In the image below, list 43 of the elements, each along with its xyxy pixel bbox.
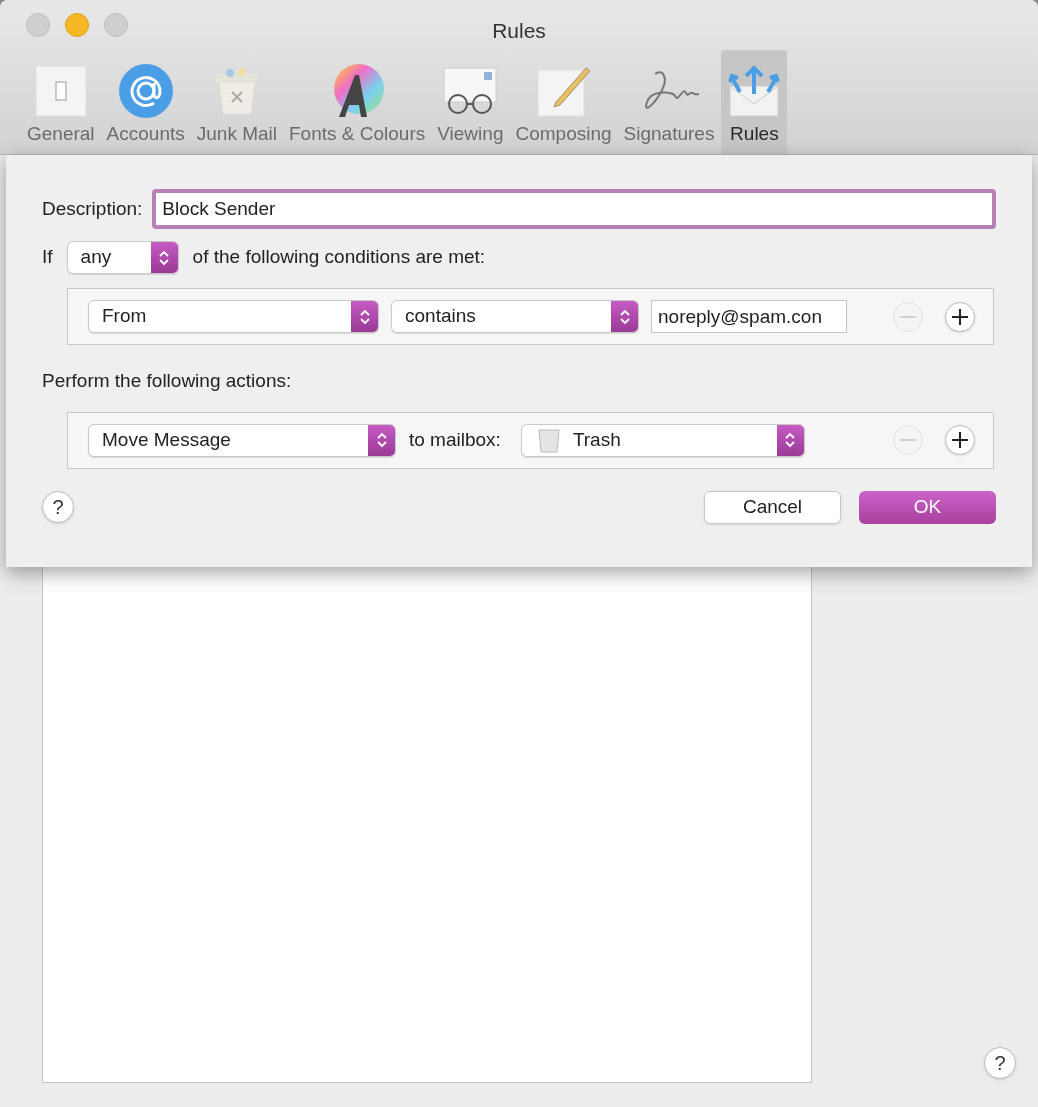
description-field[interactable]: Block Sender xyxy=(152,189,996,229)
add-button[interactable] xyxy=(945,425,975,455)
toolbar-tab[interactable]: Viewing xyxy=(432,50,509,154)
toolbar-tab[interactable]: General xyxy=(22,50,100,154)
stepper-arrows-icon xyxy=(611,301,638,332)
popup-menu[interactable]: contains xyxy=(391,300,639,333)
toolbar-tab[interactable]: Junk Mail xyxy=(191,50,282,154)
zoom-button[interactable] xyxy=(104,13,128,37)
toolbar-tab[interactable]: Composing xyxy=(510,50,617,154)
target-label: to mailbox: xyxy=(409,427,501,452)
condition-value-field[interactable]: noreply@spam.con xyxy=(651,300,847,333)
toolbar-tab[interactable]: Rules xyxy=(721,50,788,154)
popup-menu[interactable]: Move Message xyxy=(88,423,396,457)
stepper-arrows-icon xyxy=(351,301,378,332)
toolbar-tab[interactable]: Fonts & Colours xyxy=(284,50,431,154)
toolbar-tab[interactable]: Signatures xyxy=(618,50,720,154)
switch-icon xyxy=(33,64,88,118)
popup-menu[interactable]: Trash xyxy=(520,423,805,457)
help-button[interactable]: ? xyxy=(984,1047,1016,1079)
minus-icon xyxy=(900,315,916,318)
window-title: Rules xyxy=(492,18,546,45)
if-label: If xyxy=(42,245,53,270)
stepper-arrows-icon xyxy=(368,424,395,456)
conditions-label: of the following conditions are met: xyxy=(192,245,486,270)
cancel-button[interactable]: Cancel xyxy=(704,490,841,524)
popup-menu[interactable]: any xyxy=(66,241,179,274)
plus-icon xyxy=(950,306,970,327)
actions-label: Perform the following actions: xyxy=(42,369,293,393)
trash-can-icon xyxy=(537,427,560,453)
ok-button[interactable]: OK xyxy=(859,490,996,524)
envelope-arrows-icon xyxy=(726,64,783,118)
close-button[interactable] xyxy=(26,13,50,37)
toolbar-tab[interactable]: Accounts xyxy=(101,50,190,154)
minimize-button[interactable] xyxy=(65,13,89,37)
minus-icon xyxy=(900,439,916,441)
stepper-arrows-icon xyxy=(776,424,804,456)
field-label: Description: xyxy=(42,196,143,221)
add-button[interactable] xyxy=(945,301,975,332)
at-sign-icon xyxy=(117,63,174,119)
help-button[interactable]: ? xyxy=(42,491,74,523)
popup-menu[interactable]: From xyxy=(88,300,379,333)
plus-icon xyxy=(950,430,970,450)
stepper-arrows-icon xyxy=(150,242,178,273)
